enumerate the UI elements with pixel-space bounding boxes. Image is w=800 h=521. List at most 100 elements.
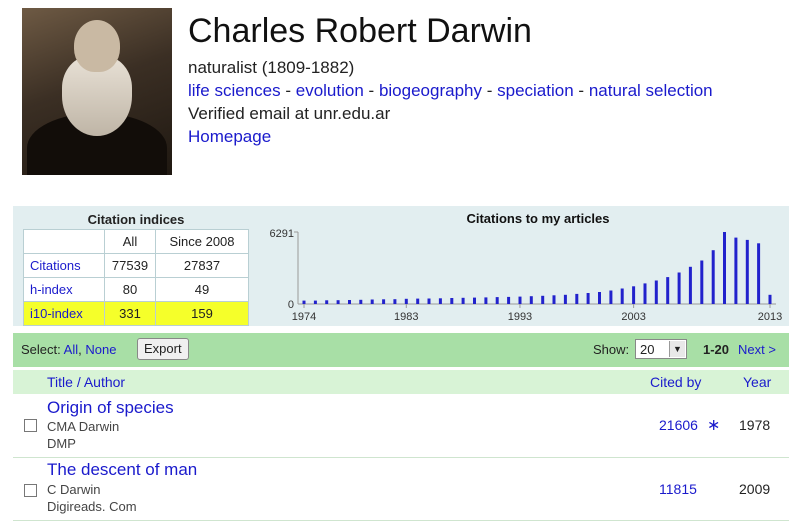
chart-bar	[654, 280, 658, 304]
sort-cited-by[interactable]: Cited by	[650, 374, 701, 390]
article-cited-by[interactable]: 11815	[659, 481, 697, 497]
chart-bar	[563, 294, 567, 304]
interests-line: life sciences - evolution - biogeography…	[188, 81, 713, 101]
row-h-index-label[interactable]: h-index	[23, 277, 105, 302]
chart-title: Citations to my articles	[466, 211, 609, 226]
chart-bar	[336, 300, 340, 304]
article-row: Origin of species CMA Darwin DMP 21606 ∗…	[13, 395, 789, 458]
show-label: Show:	[593, 342, 630, 357]
author-affiliation: naturalist (1809-1882)	[188, 58, 355, 77]
interest-biogeography[interactable]: biogeography	[379, 81, 482, 100]
chart-bar	[723, 232, 726, 304]
chart-bar	[473, 297, 476, 304]
chart-bar	[313, 300, 317, 304]
chart-bar	[370, 299, 374, 304]
chart-bar	[416, 298, 420, 304]
chart-bar	[359, 299, 363, 304]
chart-bar	[688, 266, 692, 304]
chart-bar	[427, 298, 431, 304]
h-index-link[interactable]: h-index	[30, 282, 73, 297]
chart-bar	[438, 298, 442, 304]
chart-bar	[302, 300, 306, 304]
chart-x-tick-label: 2003	[621, 311, 645, 323]
chart-bar	[450, 298, 454, 304]
asterisk-icon[interactable]: ∗	[707, 415, 720, 435]
chart-ymin-label: 0	[288, 299, 294, 311]
chart-bar	[518, 296, 522, 304]
interest-evolution[interactable]: evolution	[296, 81, 364, 100]
i10-index-since: 159	[155, 301, 249, 326]
chart-bar	[666, 277, 670, 304]
article-author: CMA Darwin	[47, 419, 120, 434]
chart-x-tick-label: 2013	[758, 311, 782, 323]
citation-indices-caption: Citation indices	[23, 210, 249, 230]
chart-bar	[552, 295, 556, 304]
select-none-link[interactable]: None	[85, 342, 116, 357]
interest-natural-selection[interactable]: natural selection	[589, 81, 713, 100]
photo-head	[74, 20, 120, 72]
article-venue: DMP	[47, 436, 76, 451]
chart-bar	[575, 293, 579, 304]
stats-panel: Citation indices All Since 2008 Citation…	[13, 206, 789, 326]
chart-bar	[348, 300, 351, 304]
chart-bar	[632, 286, 636, 304]
h-index-since: 49	[155, 277, 249, 302]
article-checkbox[interactable]	[24, 484, 37, 497]
select-comma: ,	[78, 342, 82, 357]
select-group: Select: All, None	[21, 342, 116, 357]
chart-bar	[711, 250, 715, 304]
article-cited-by[interactable]: 21606	[659, 417, 698, 433]
chart-bar	[529, 296, 533, 304]
select-label: Select:	[21, 342, 61, 357]
chart-bar	[393, 299, 397, 304]
articles-header: Title / Author Cited by Year	[13, 370, 789, 394]
chevron-down-icon[interactable]: ▼	[669, 341, 685, 357]
interest-separator: -	[486, 81, 493, 100]
toolbar: Select: All, None Export Show: 20 ▼ 1-20…	[13, 333, 789, 367]
next-page-link[interactable]: Next >	[738, 342, 776, 357]
citations-all: 77539	[104, 253, 156, 278]
article-author: C Darwin	[47, 482, 101, 497]
verified-email: Verified email at unr.edu.ar	[188, 104, 391, 123]
chart-bar	[461, 297, 465, 304]
i10-index-all: 331	[104, 301, 156, 326]
chart-bar	[677, 272, 681, 304]
row-citations-label[interactable]: Citations	[23, 253, 105, 278]
chart-bar	[507, 296, 511, 304]
interest-separator: -	[368, 81, 375, 100]
sort-title-author[interactable]: Title / Author	[47, 374, 125, 390]
interest-life-sciences[interactable]: life sciences	[188, 81, 281, 100]
chart-bar	[586, 293, 590, 304]
article-checkbox[interactable]	[24, 419, 37, 432]
i10-index-link[interactable]: i10-index	[30, 306, 83, 321]
export-button[interactable]: Export	[137, 338, 189, 360]
chart-bar	[404, 298, 408, 304]
citations-link[interactable]: Citations	[30, 258, 81, 273]
interest-speciation[interactable]: speciation	[497, 81, 574, 100]
homepage-link[interactable]: Homepage	[188, 127, 271, 147]
chart-bar	[768, 294, 772, 304]
chart-x-tick-label: 1983	[394, 311, 418, 323]
col-all: All	[104, 229, 156, 254]
author-name: Charles Robert Darwin	[188, 12, 532, 50]
chart-bar	[598, 292, 601, 304]
citations-since: 27837	[155, 253, 249, 278]
show-count-select[interactable]: 20 ▼	[635, 339, 687, 359]
chart-bar	[700, 260, 704, 304]
chart-bar	[609, 290, 613, 304]
article-title[interactable]: Origin of species	[47, 398, 174, 418]
chart-bar	[643, 283, 647, 304]
row-i10-index-label[interactable]: i10-index	[23, 301, 105, 326]
chart-bar	[495, 297, 499, 304]
indices-corner-cell	[23, 229, 105, 254]
interest-separator: -	[285, 81, 292, 100]
select-all-link[interactable]: All	[64, 342, 78, 357]
sort-year[interactable]: Year	[743, 374, 771, 390]
chart-bar	[484, 297, 488, 304]
i10-index-row: i10-index 331 159	[23, 301, 249, 326]
chart-x-tick-label: 1993	[508, 311, 532, 323]
chart-bar	[325, 300, 329, 304]
chart-bar	[541, 295, 545, 304]
article-title[interactable]: The descent of man	[47, 460, 197, 480]
col-since-2008: Since 2008	[155, 229, 249, 254]
